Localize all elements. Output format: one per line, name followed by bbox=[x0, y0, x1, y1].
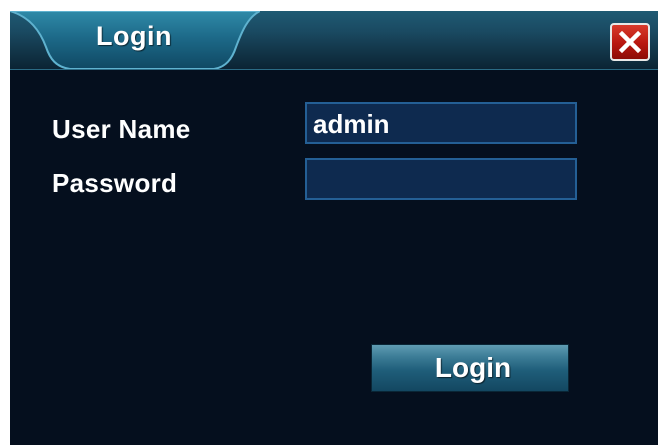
close-button[interactable] bbox=[610, 23, 650, 61]
title-bar: Login bbox=[10, 11, 658, 70]
username-field[interactable] bbox=[305, 102, 577, 144]
username-label: User Name bbox=[52, 114, 191, 144]
dialog-title: Login bbox=[96, 21, 172, 51]
login-dialog: Login User Name Password Login bbox=[10, 11, 658, 445]
login-button[interactable]: Login bbox=[371, 344, 569, 392]
password-field[interactable] bbox=[305, 158, 577, 200]
title-tab: Login bbox=[10, 11, 260, 69]
password-label: Password bbox=[52, 168, 178, 198]
close-x-icon bbox=[618, 30, 642, 54]
